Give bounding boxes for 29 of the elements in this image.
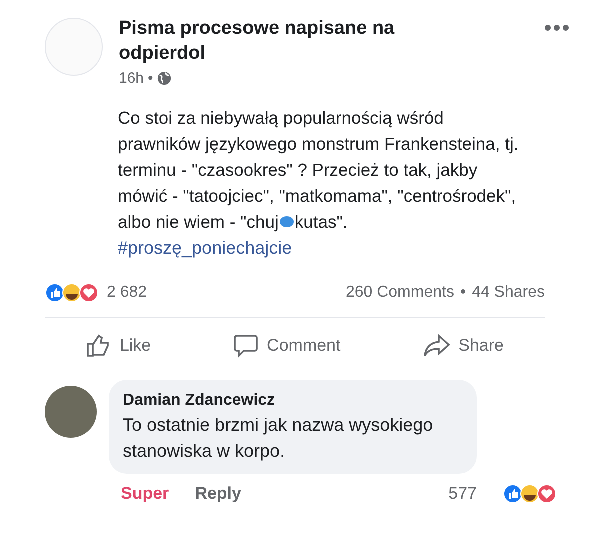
reply-link[interactable]: Reply [195,484,242,504]
post-text-line: albo nie wiem - "chuj [118,211,279,234]
post-text-line: terminu - "czasookres" ? Przecież to tak, jakby [118,159,478,182]
post-time: 16h [119,70,144,87]
reaction-count[interactable]: 2 682 [107,284,148,302]
separator: • [148,70,154,87]
avatar-placeholder[interactable] [45,386,97,438]
hashtag-link[interactable]: #proszę_poniechajcie [118,235,570,261]
shares-count[interactable]: 44 Shares [472,284,545,302]
like-button[interactable]: Like [78,330,160,362]
separator: • [460,284,466,302]
comments-count[interactable]: 260 Comments [346,284,454,302]
comment-button[interactable]: Comment [225,330,349,362]
page-name[interactable]: Pisma procesowe napisane na odpierdol [119,16,439,66]
share-button[interactable]: Share [414,330,512,362]
comment-text: To ostatnie brzmi jak nazwa wysokiego stanowiska w korpo. [123,414,434,463]
comment-reaction-count[interactable]: 577 [448,484,477,504]
more-options-icon[interactable] [544,24,570,32]
commenter-name[interactable]: Damian Zdancewicz [123,390,463,412]
censor-blob-icon [278,216,295,228]
post-text-line: mówić - "tatoojciec", "matkomama", "centrośrodek", [118,185,516,208]
globe-icon [157,71,172,86]
speech-bubble-icon [233,334,260,358]
thumbs-up-icon [86,334,112,358]
post-text-line: prawników językowego monstrum Frankensteina, tj. [118,133,519,156]
share-arrow-icon [422,334,451,358]
post-text-line: Co stoi za niebywałą popularnością wśród [118,107,444,130]
post-text-line: kutas". [294,211,348,234]
reaction-link[interactable]: Super [121,484,170,504]
